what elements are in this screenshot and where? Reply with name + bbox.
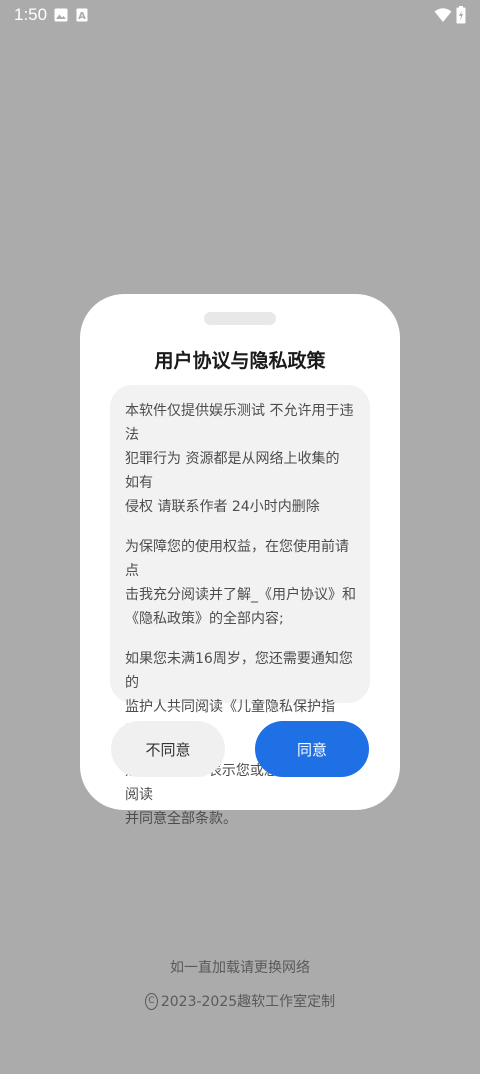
dialog-title: 用户协议与隐私政策 bbox=[154, 350, 326, 372]
agree-button[interactable]: 同意 bbox=[255, 721, 369, 777]
status-time: 1:50 bbox=[14, 5, 48, 24]
privacy-dialog: 用户协议与隐私政策 本软件仅提供娱乐测试 不允许用于违法 犯罪行为 资源都是从网… bbox=[80, 294, 400, 827]
status-bar: 1:50 A bbox=[0, 0, 480, 32]
a-notification-icon: A bbox=[76, 8, 88, 22]
gallery-icon bbox=[54, 8, 68, 22]
agreement-content[interactable]: 本软件仅提供娱乐测试 不允许用于违法 犯罪行为 资源都是从网络上收集的 如有 侵… bbox=[110, 385, 370, 827]
wifi-icon bbox=[434, 8, 452, 22]
copyright-line: C 2023-2025趣软工作室定制 bbox=[0, 991, 480, 1011]
agreement-paragraph-2: 为保障您的使用权益，在您使用前请点 击我充分阅读并了解_《用户协议》和 《隐私政… bbox=[125, 539, 356, 627]
battery-charging-icon bbox=[456, 6, 466, 24]
svg-text:A: A bbox=[78, 11, 86, 22]
copyright-text: 2023-2025趣软工作室定制 bbox=[160, 994, 336, 1010]
drag-handle bbox=[204, 312, 276, 325]
disagree-button[interactable]: 不同意 bbox=[111, 721, 225, 777]
network-hint: 如一直加载请更换网络 bbox=[170, 960, 310, 976]
copyright-icon: C bbox=[144, 992, 158, 1010]
agreement-paragraph-1: 本软件仅提供娱乐测试 不允许用于违法 犯罪行为 资源都是从网络上收集的 如有 侵… bbox=[125, 403, 354, 515]
